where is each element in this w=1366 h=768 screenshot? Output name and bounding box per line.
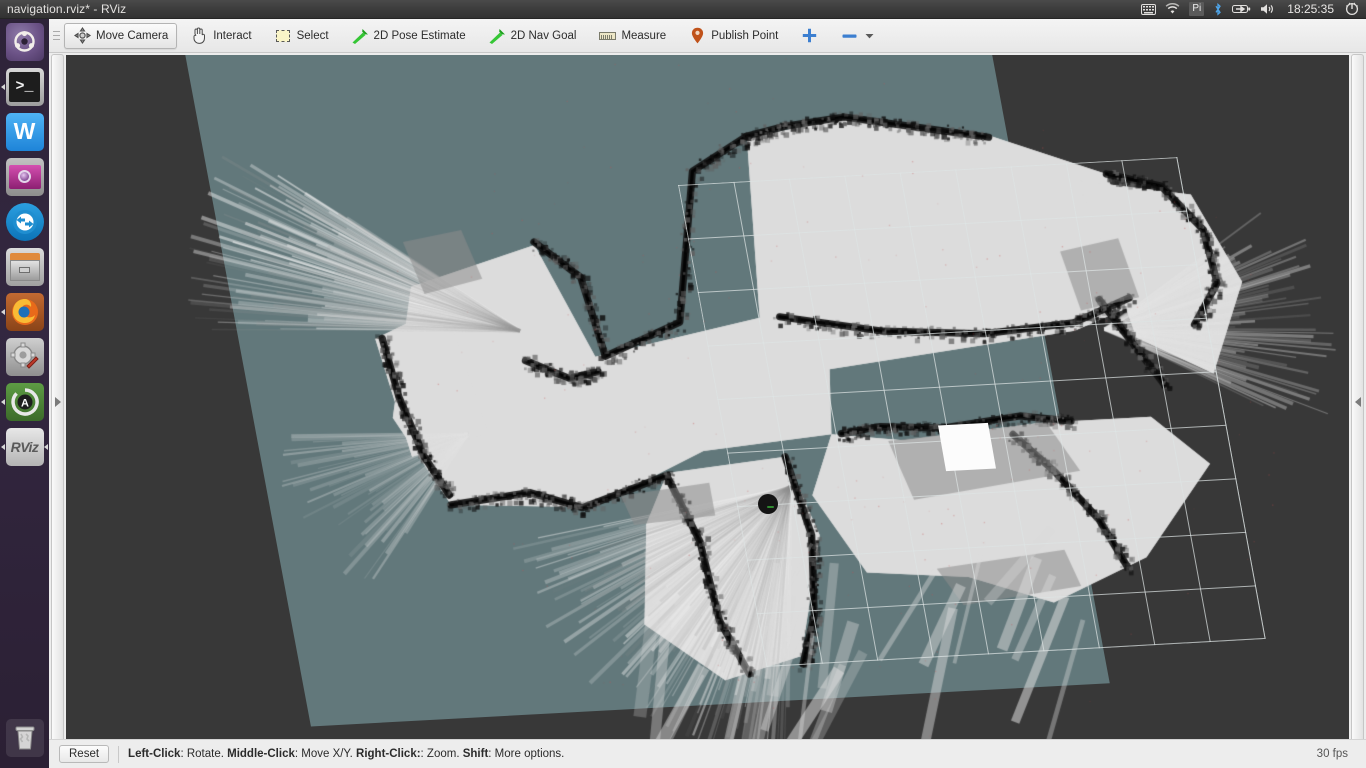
launcher-item-software-updater[interactable]: A: [0, 379, 49, 424]
launcher-item-trash[interactable]: [0, 715, 49, 760]
tool-interact[interactable]: Interact: [181, 23, 260, 49]
tool-label: Select: [296, 29, 329, 42]
launcher-item-wps-writer[interactable]: W: [0, 109, 49, 154]
render-view-3d[interactable]: [66, 55, 1349, 749]
unity-launcher: >_ W A RViz: [0, 19, 49, 768]
running-indicator: [1, 443, 5, 450]
mouse-hint-text: Left-Click: Rotate. Middle-Click: Move X…: [128, 748, 565, 760]
reference-grid: [678, 157, 1266, 667]
rviz-window: Move Camera Interact Select 2D Pose Esti…: [49, 19, 1366, 768]
launcher-item-teamviewer[interactable]: [0, 199, 49, 244]
launcher-item-files[interactable]: [0, 244, 49, 289]
rviz-toolbar: Move Camera Interact Select 2D Pose Esti…: [49, 19, 1366, 53]
status-separator: [118, 745, 120, 763]
tool-2d-nav-goal[interactable]: 2D Nav Goal: [479, 23, 586, 49]
battery-icon[interactable]: [1232, 4, 1251, 14]
tool-label: 2D Pose Estimate: [373, 29, 466, 42]
remove-tool-button[interactable]: [831, 23, 883, 49]
fps-counter: 30 fps: [1316, 748, 1348, 760]
tool-label: 2D Nav Goal: [510, 29, 577, 42]
displays-panel-expander[interactable]: [51, 54, 64, 750]
system-top-panel: navigation.rviz* - RViz Pi 18:25:35: [0, 0, 1366, 19]
green-arrow-icon: [351, 27, 369, 45]
tool-measure[interactable]: Measure: [589, 23, 675, 49]
bluetooth-icon[interactable]: [1213, 2, 1223, 16]
launcher-item-settings[interactable]: [0, 334, 49, 379]
keyboard-layout-indicator[interactable]: Pi: [1189, 2, 1205, 16]
reset-button[interactable]: Reset: [59, 745, 110, 763]
triangle-right-icon: [54, 397, 61, 407]
tool-label: Interact: [213, 29, 252, 42]
toolbar-drag-handle[interactable]: [50, 19, 62, 53]
minus-icon: [840, 27, 858, 45]
launcher-item-media[interactable]: [0, 154, 49, 199]
tool-label: Measure: [621, 29, 667, 42]
wifi-icon[interactable]: [1165, 3, 1180, 15]
keyboard-indicator-icon[interactable]: [1141, 3, 1157, 15]
running-indicator: [1, 398, 5, 405]
tool-label: Move Camera: [96, 29, 169, 42]
focused-indicator: [44, 443, 48, 450]
svg-text:A: A: [21, 397, 29, 409]
running-indicator: [1, 83, 5, 90]
robot-pose-marker: [758, 494, 778, 514]
tool-2d-pose-estimate[interactable]: 2D Pose Estimate: [342, 23, 475, 49]
move-camera-icon: [73, 27, 91, 45]
system-tray: Pi 18:25:35: [1141, 2, 1366, 16]
tool-label: Publish Point: [711, 29, 779, 42]
local-costmap-patch: [938, 422, 996, 472]
add-tool-button[interactable]: [791, 23, 827, 49]
window-title: navigation.rviz* - RViz: [7, 2, 127, 16]
launcher-item-firefox[interactable]: [0, 289, 49, 334]
green-arrow-icon: [488, 27, 506, 45]
tool-move-camera[interactable]: Move Camera: [64, 22, 178, 49]
selection-box-icon: [274, 27, 292, 45]
ruler-icon: [598, 27, 616, 45]
triangle-left-icon: [1354, 397, 1361, 407]
plus-icon: [800, 27, 818, 45]
desktop-root: navigation.rviz* - RViz Pi 18:25:35 >_ W…: [0, 0, 1366, 768]
chevron-down-icon[interactable]: [865, 27, 874, 45]
launcher-item-rviz[interactable]: RViz: [0, 424, 49, 469]
hand-pointer-icon: [190, 27, 208, 45]
status-bar: Reset Left-Click: Rotate. Middle-Click: …: [49, 739, 1366, 768]
views-panel-expander[interactable]: [1351, 54, 1364, 750]
running-indicator: [1, 308, 5, 315]
launcher-item-ubuntu-dash[interactable]: [0, 19, 49, 64]
system-clock[interactable]: 18:25:35: [1285, 2, 1336, 16]
map-pin-icon: [688, 27, 706, 45]
tool-publish-point[interactable]: Publish Point: [679, 23, 787, 49]
power-gear-icon[interactable]: [1345, 2, 1359, 16]
tool-select[interactable]: Select: [265, 23, 338, 49]
launcher-item-terminal[interactable]: >_: [0, 64, 49, 109]
volume-icon[interactable]: [1260, 3, 1276, 15]
